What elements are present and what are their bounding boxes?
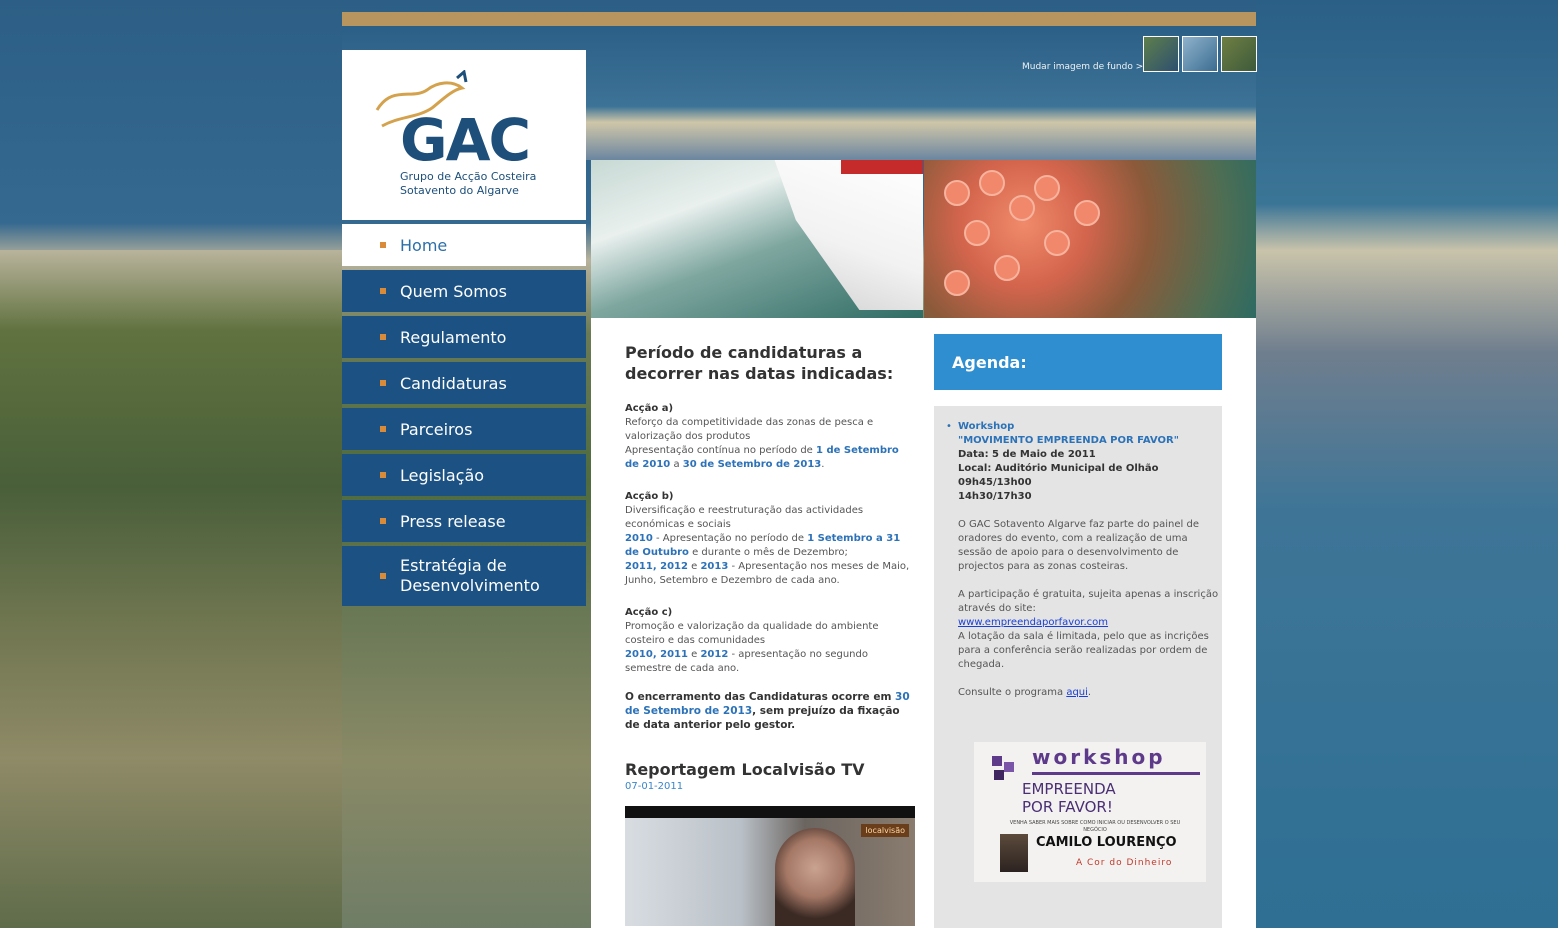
accao-b-desc: Diversificação e reestruturação das acti… — [625, 505, 864, 530]
nav-home[interactable]: Home — [342, 224, 586, 266]
background-left — [0, 250, 342, 928]
accao-c: Acção c) Promoção e valorização da quali… — [625, 606, 915, 676]
bullet-icon — [380, 380, 386, 386]
agenda-header: Agenda: — [934, 334, 1222, 390]
empreenda-link[interactable]: www.empreendaporfavor.com — [958, 616, 1220, 630]
program-link[interactable]: aqui — [1066, 687, 1088, 698]
banner-workshop: workshop — [1032, 745, 1166, 769]
background-thumb-1[interactable] — [1143, 36, 1179, 72]
video-player[interactable]: localvisão — [625, 806, 915, 926]
background-thumb-2[interactable] — [1182, 36, 1218, 72]
video-channel-tag: localvisão — [861, 824, 909, 837]
background-right — [1256, 0, 1558, 928]
agenda-paragraph: A lotação da sala é limitada, pelo que a… — [958, 631, 1209, 670]
video-frame — [775, 828, 855, 926]
accao-b-title: Acção b) — [625, 491, 674, 502]
agenda-local: Local: Auditório Municipal de Olhão — [958, 463, 1159, 474]
accao-c-title: Acção c) — [625, 607, 673, 618]
banner-show: A Cor do Dinheiro — [1076, 858, 1173, 868]
nav-regulamento[interactable]: Regulamento — [342, 316, 586, 358]
nav-label: Home — [400, 235, 448, 255]
nav-press-release[interactable]: Press release — [342, 500, 586, 542]
agenda-paragraph: O GAC Sotavento Algarve faz parte do pai… — [958, 519, 1199, 572]
agenda-paragraph: A participação é gratuita, sujeita apena… — [958, 589, 1219, 614]
nav-label: Estratégia de Desenvolvimento — [400, 556, 540, 595]
nav-label: Parceiros — [400, 419, 473, 439]
report-title[interactable]: Reportagem Localvisão TV — [625, 760, 915, 779]
accao-c-desc: Promoção e valorização da qualidade do a… — [625, 621, 879, 646]
hero-images — [591, 160, 1256, 318]
banner-tagline: VENHA SABER MAIS SOBRE COMO INICIAR OU D… — [1009, 820, 1181, 833]
nav-label: Press release — [400, 511, 506, 531]
accao-a-title: Acção a) — [625, 403, 674, 414]
main-nav: Home Quem Somos Regulamento Candidaturas… — [342, 224, 586, 610]
bullet-icon — [380, 288, 386, 294]
agenda-date: Data: 5 de Maio de 2011 — [958, 449, 1096, 460]
bullet-icon — [380, 242, 386, 248]
banner-empreenda: EMPREENDA POR FAVOR! — [1022, 780, 1116, 816]
nav-label: Legislação — [400, 465, 485, 485]
speaker-photo — [1000, 834, 1028, 872]
logo-name: GAC — [400, 106, 531, 174]
bullet-icon — [380, 334, 386, 340]
logo[interactable]: GAC Grupo de Acção Costeira Sotavento do… — [342, 50, 586, 220]
nav-label: Candidaturas — [400, 373, 507, 393]
logo-subtitle: Grupo de Acção Costeira Sotavento do Alg… — [400, 170, 537, 197]
bullet-icon: • — [946, 421, 952, 432]
nav-estrategia[interactable]: Estratégia de Desenvolvimento — [342, 546, 586, 606]
bullet-icon — [380, 518, 386, 524]
nav-candidaturas[interactable]: Candidaturas — [342, 362, 586, 404]
bullet-icon — [380, 573, 386, 579]
accao-b: Acção b) Diversificação e reestruturação… — [625, 490, 915, 588]
change-background-label[interactable]: Mudar imagem de fundo > — [1022, 62, 1143, 72]
agenda-item-title[interactable]: Workshop — [958, 420, 1220, 434]
nav-label: Regulamento — [400, 327, 507, 347]
main-column: Período de candidaturas a decorrer nas d… — [625, 342, 915, 926]
accao-a: Acção a) Reforço da competitividade das … — [625, 402, 915, 472]
period-title: Período de candidaturas a decorrer nas d… — [625, 343, 894, 383]
puzzle-icon — [992, 756, 1014, 780]
agenda-panel: • Workshop "MOVIMENTO EMPREENDA POR FAVO… — [934, 406, 1222, 928]
bullet-icon — [380, 426, 386, 432]
nav-legislacao[interactable]: Legislação — [342, 454, 586, 496]
closing-note: O encerramento das Candidaturas ocorre e… — [625, 691, 910, 731]
agenda-time-2: 14h30/17h30 — [958, 491, 1032, 502]
nav-label: Quem Somos — [400, 281, 507, 301]
agenda-item-name[interactable]: "MOVIMENTO EMPREENDA POR FAVOR" — [958, 434, 1220, 448]
content-panel: Período de candidaturas a decorrer nas d… — [591, 318, 1256, 928]
nav-quem-somos[interactable]: Quem Somos — [342, 270, 586, 312]
top-bar — [342, 12, 1256, 26]
nav-parceiros[interactable]: Parceiros — [342, 408, 586, 450]
fishing-net-image — [924, 160, 1256, 318]
bullet-icon — [380, 472, 386, 478]
banner-speaker: CAMILO LOURENÇO — [1036, 835, 1177, 850]
accao-a-desc: Reforço da competitividade das zonas de … — [625, 417, 874, 442]
boat-image — [591, 160, 923, 318]
agenda-time-1: 09h45/13h00 — [958, 477, 1032, 488]
background-thumb-3[interactable] — [1221, 36, 1257, 72]
report-date: 07-01-2011 — [625, 781, 684, 792]
workshop-banner[interactable]: workshop EMPREENDA POR FAVOR! VENHA SABE… — [974, 742, 1206, 882]
